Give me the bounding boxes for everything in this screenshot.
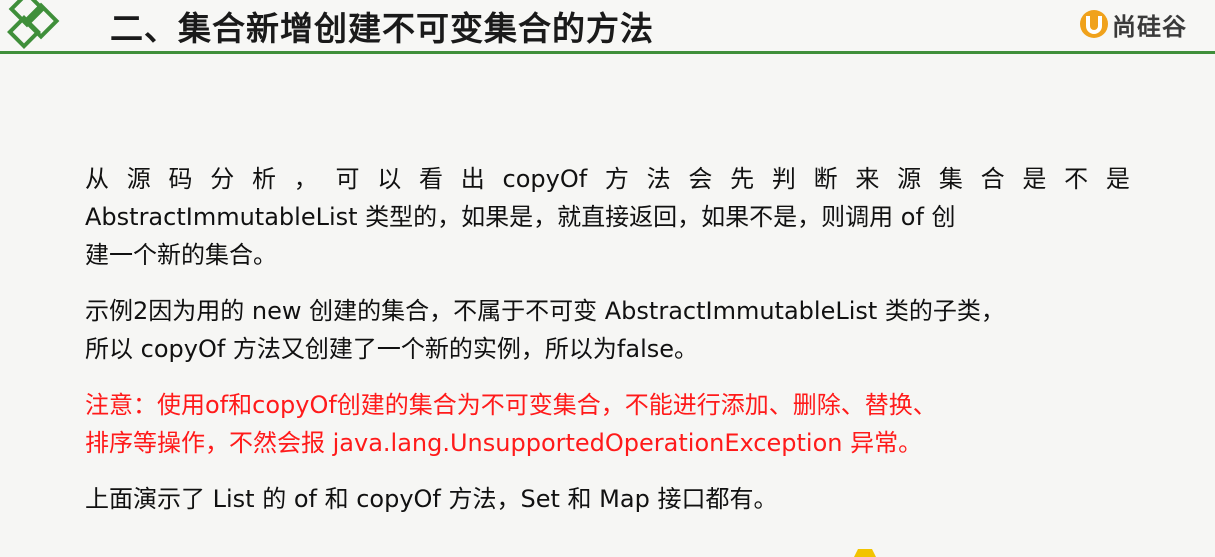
decorative-shape-icon — [854, 549, 876, 557]
paragraph-line: AbstractImmutableList 类型的，如果是，就直接返回，如果不是… — [85, 203, 956, 231]
paragraph-word: ， — [293, 165, 318, 193]
paragraph-word: 会 — [688, 165, 713, 193]
slide-header: 二、集合新增创建不可变集合的方法 尚硅谷 — [0, 0, 1215, 54]
paragraph-line: 从源码分析，可以看出 copyOf 方法会先判断来源集合是不是 — [85, 160, 1130, 198]
brand-name: 尚硅谷 — [1112, 12, 1187, 41]
paragraph-word: 断 — [813, 165, 838, 193]
paragraph-source-analysis: 从源码分析，可以看出 copyOf 方法会先判断来源集合是不是 AbstractIm… — [85, 160, 1145, 274]
paragraph-word: 不 — [1064, 165, 1089, 193]
diamond-logo-icon — [7, 0, 60, 49]
paragraph-word: 从 — [85, 165, 109, 193]
paragraph-word: 看 — [419, 165, 443, 193]
paragraph-word: 来 — [855, 165, 880, 193]
page-title: 二、集合新增创建不可变集合的方法 — [110, 9, 654, 48]
brand-logo: 尚硅谷 — [1079, 7, 1187, 41]
paragraph-word: 是 — [1022, 165, 1047, 193]
paragraph-word: 合 — [980, 165, 1005, 193]
paragraph-line: 所以 copyOf 方法又创建了一个新的实例，所以为false。 — [85, 335, 699, 363]
paragraph-line: 上面演示了 List 的 of 和 copyOf 方法，Set 和 Map 接口… — [85, 485, 778, 513]
paragraph-word: 出 — [460, 165, 485, 193]
paragraph-line: 建一个新的集合。 — [85, 241, 277, 269]
paragraph-word: 法 — [646, 165, 671, 193]
paragraph-word: 判 — [771, 165, 796, 193]
paragraph-word: 源 — [897, 165, 922, 193]
paragraph-word: copyOf — [502, 165, 588, 193]
paragraph-word: 方 — [604, 165, 629, 193]
paragraph-example-2: 示例2因为用的 new 创建的集合，不属于不可变 AbstractImmutab… — [85, 292, 1145, 368]
paragraph-word: 是 — [1105, 165, 1130, 193]
header-divider — [0, 51, 1215, 54]
paragraph-summary: 上面演示了 List 的 of 和 copyOf 方法，Set 和 Map 接口… — [85, 480, 1145, 518]
paragraph-line: 排序等操作，不然会报 java.lang.UnsupportedOperatio… — [85, 429, 923, 457]
paragraph-line: 注意：使用of和copyOf创建的集合为不可变集合，不能进行添加、删除、替换、 — [85, 391, 937, 419]
paragraph-line: 示例2因为用的 new 创建的集合，不属于不可变 AbstractImmutab… — [85, 297, 1005, 325]
slide-body: 从源码分析，可以看出 copyOf 方法会先判断来源集合是不是 AbstractIm… — [85, 160, 1145, 518]
paragraph-word: 析 — [252, 165, 276, 193]
paragraph-word: 集 — [938, 165, 963, 193]
paragraph-word: 码 — [168, 165, 193, 193]
paragraph-word: 源 — [126, 165, 151, 193]
paragraph-word: 以 — [377, 165, 402, 193]
paragraph-word: 可 — [335, 165, 360, 193]
paragraph-warning: 注意：使用of和copyOf创建的集合为不可变集合，不能进行添加、删除、替换、 … — [85, 386, 1145, 462]
paragraph-word: 分 — [210, 165, 235, 193]
paragraph-word: 先 — [730, 165, 755, 193]
u-shield-icon — [1080, 10, 1108, 38]
